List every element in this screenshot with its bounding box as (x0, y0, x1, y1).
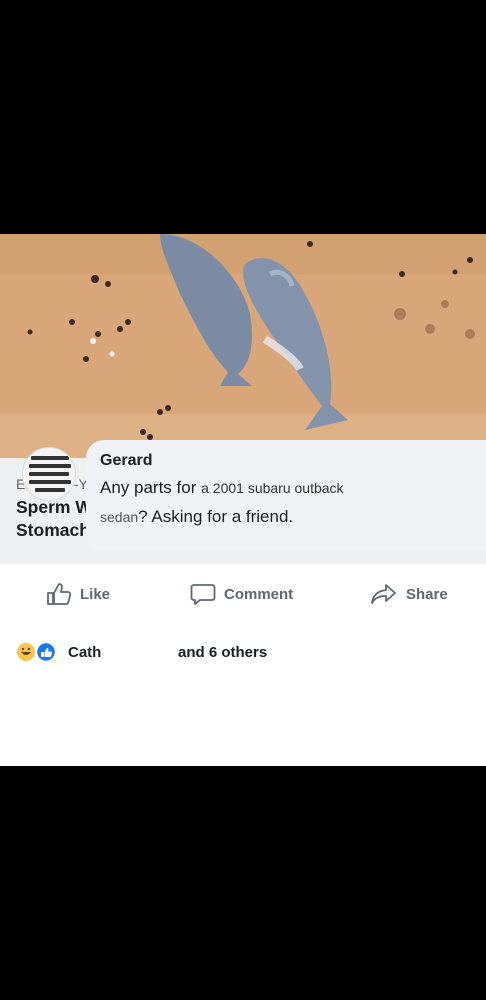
comment-text-line-2: sedan? Asking for a friend. (100, 507, 293, 527)
reactions-row[interactable]: Cath and 6 others (0, 636, 486, 666)
reaction-first-name[interactable]: Cath (68, 644, 101, 661)
comment-label: Comment (224, 585, 294, 603)
post-photo-whales[interactable] (0, 234, 486, 458)
comment-author[interactable]: Gerard (100, 452, 152, 470)
commenter-avatar[interactable] (22, 447, 76, 501)
comment-text-start: Any parts for (100, 478, 197, 497)
beach-whales-image (0, 234, 486, 458)
share-arrow-icon (371, 584, 396, 604)
comment-bubble-icon (190, 584, 216, 605)
like-button[interactable]: Like (46, 582, 110, 606)
share-label: Share (406, 585, 448, 603)
facebook-post-card: EXPAND-YOUR-CONSCIOUSNESS.COM Sperm Whal… (0, 234, 486, 766)
comment-button[interactable]: Comment (190, 582, 293, 606)
post-action-bar: Like Comment Share (0, 574, 486, 614)
like-reaction-icon (35, 642, 57, 662)
comment-text-line-1: Any parts for a 2001 subaru outback (100, 478, 344, 498)
thumbs-up-icon (47, 583, 72, 605)
reaction-icons (17, 642, 57, 662)
like-label: Like (80, 585, 111, 603)
share-button[interactable]: Share (370, 582, 448, 606)
reaction-others-count[interactable]: and 6 others (178, 644, 267, 661)
comment-inserted-sedan: sedan (100, 509, 139, 525)
haha-reaction-icon (17, 643, 35, 661)
comment-text-end: ? Asking for a friend. (138, 507, 294, 526)
comment-inserted-text: a 2001 subaru outback (201, 480, 344, 496)
